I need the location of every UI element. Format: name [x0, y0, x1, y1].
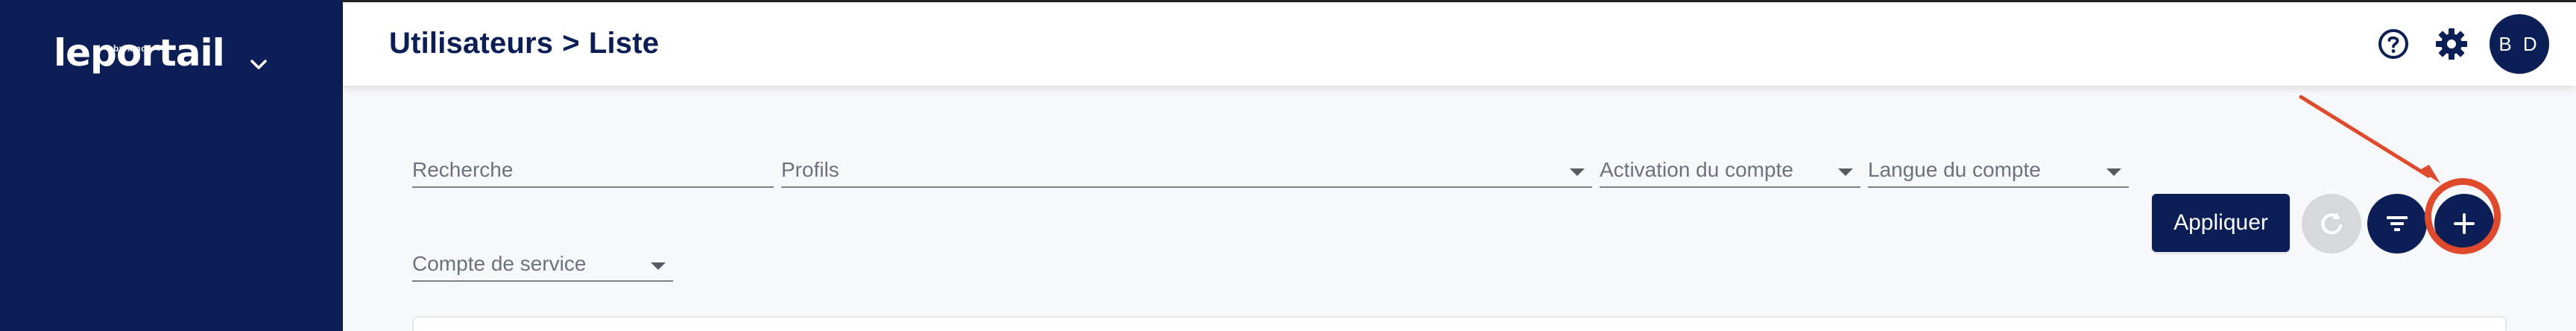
header-actions: B D: [2373, 14, 2549, 74]
brand-subtitle: by xmco: [113, 43, 153, 54]
filter-icon: [2387, 216, 2408, 231]
help-button[interactable]: [2373, 24, 2414, 64]
service-account-select[interactable]: Compte de service: [412, 245, 673, 282]
profiles-placeholder: Profils: [781, 158, 839, 181]
chevron-down-icon: [1570, 168, 1585, 176]
plus-icon: [2454, 213, 2475, 234]
sidebar: leportail by xmco: [0, 0, 343, 331]
filter-button[interactable]: [2367, 194, 2427, 253]
breadcrumb-list: Liste: [588, 27, 660, 60]
user-avatar[interactable]: B D: [2490, 14, 2549, 74]
page-title: Utilisateurs > Liste: [389, 27, 659, 60]
account-language-placeholder: Langue du compte: [1868, 158, 2041, 181]
chevron-down-icon: [2106, 168, 2121, 176]
service-account-placeholder: Compte de service: [412, 252, 587, 275]
refresh-icon: [2321, 212, 2342, 235]
apply-button[interactable]: Appliquer: [2152, 194, 2290, 252]
breadcrumb-users: Utilisateurs: [389, 27, 554, 60]
account-activation-placeholder: Activation du compte: [1600, 158, 1793, 181]
refresh-button[interactable]: [2302, 194, 2361, 253]
settings-button[interactable]: [2431, 24, 2472, 64]
chevron-down-icon: [250, 60, 267, 69]
top-header: Utilisateurs > Liste B D: [343, 0, 2576, 86]
profiles-select[interactable]: Profils: [781, 151, 1592, 188]
search-placeholder: Recherche: [412, 158, 514, 181]
account-activation-select[interactable]: Activation du compte: [1600, 151, 1860, 188]
question-icon: [2378, 29, 2408, 59]
add-user-button[interactable]: [2434, 194, 2494, 253]
results-table-card: [412, 316, 2507, 331]
arrow-icon: [2299, 95, 2440, 183]
sidebar-toggle-button[interactable]: [246, 52, 271, 78]
account-language-select[interactable]: Langue du compte: [1868, 151, 2129, 188]
app-shell: leportail by xmco Utilisateurs > Liste B…: [0, 0, 2576, 331]
breadcrumb-separator: >: [562, 27, 580, 60]
chevron-down-icon: [651, 262, 666, 270]
search-field[interactable]: Recherche: [412, 151, 774, 188]
chevron-down-icon: [1838, 168, 1853, 176]
gear-icon: [2436, 28, 2467, 60]
